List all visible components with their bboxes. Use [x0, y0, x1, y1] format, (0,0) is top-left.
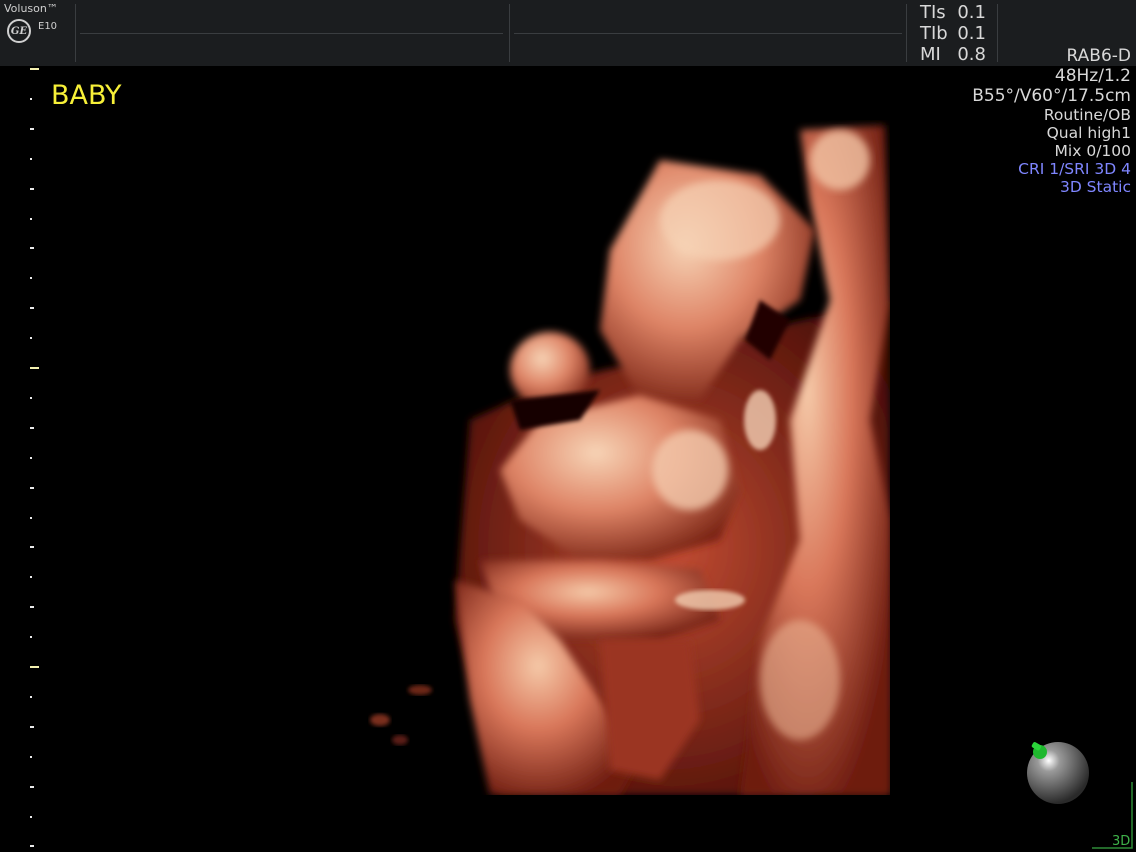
depth-tick [30, 247, 34, 250]
depth-tick [30, 456, 32, 459]
depth-tick [30, 367, 39, 369]
depth-scale [30, 66, 42, 852]
index-label: TIs [920, 2, 946, 23]
depth-tick [30, 337, 32, 340]
brand-label: Voluson™ [4, 2, 58, 15]
divider [514, 33, 902, 34]
render-mode-indicator: 3D [1112, 834, 1131, 849]
angles-label: B55°/V60°/17.5cm [972, 86, 1131, 106]
divider [509, 4, 510, 62]
depth-tick [30, 725, 34, 728]
depth-tick [30, 97, 32, 100]
preset-label: Routine/OB [1043, 106, 1131, 124]
frequency-label: 48Hz/1.2 [1054, 66, 1131, 86]
depth-tick [30, 815, 32, 818]
divider [80, 33, 503, 34]
depth-tick [30, 606, 34, 609]
depth-tick [30, 666, 39, 668]
3d-render-image [370, 125, 890, 795]
index-tib: TIb 0.1 [920, 23, 986, 44]
divider [75, 4, 76, 62]
mix-label: Mix 0/100 [1054, 142, 1131, 160]
probe-label: RAB6-D [1066, 46, 1131, 66]
depth-tick [30, 426, 34, 429]
depth-tick [30, 68, 39, 70]
depth-tick [30, 187, 34, 190]
index-value: 0.1 [957, 23, 986, 44]
depth-tick [30, 785, 34, 788]
depth-tick [30, 307, 34, 310]
depth-tick [30, 127, 34, 130]
depth-tick [30, 516, 32, 519]
top-bar: Voluson™ GE E10 TIs 0.1 TIb 0.1 MI 0.8 [0, 0, 1136, 66]
depth-tick [30, 277, 32, 280]
depth-tick [30, 486, 34, 489]
quality-label: Qual high1 [1046, 124, 1131, 142]
depth-tick [30, 576, 32, 579]
depth-tick [30, 755, 32, 758]
model-label: E10 [38, 21, 58, 32]
index-value: 0.1 [957, 2, 986, 23]
depth-tick [30, 157, 32, 160]
index-tis: TIs 0.1 [920, 2, 986, 23]
depth-tick [30, 845, 34, 848]
depth-tick [30, 695, 32, 698]
ge-logo-icon: GE [7, 19, 31, 43]
cri-label: CRI 1/SRI 3D 4 [1018, 160, 1131, 178]
orientation-sphere-icon[interactable] [1020, 735, 1096, 811]
depth-tick [30, 546, 34, 549]
index-label: TIb [920, 23, 948, 44]
divider [906, 4, 907, 62]
depth-tick [30, 636, 32, 639]
acquisition-info-panel: RAB6-D 48Hz/1.2 B55°/V60°/17.5cm Routine… [972, 46, 1131, 196]
mode-label: 3D Static [1059, 178, 1131, 196]
annotation-label[interactable]: BABY [51, 80, 122, 111]
depth-tick [30, 217, 32, 220]
index-label: MI [920, 44, 941, 65]
depth-tick [30, 396, 32, 399]
